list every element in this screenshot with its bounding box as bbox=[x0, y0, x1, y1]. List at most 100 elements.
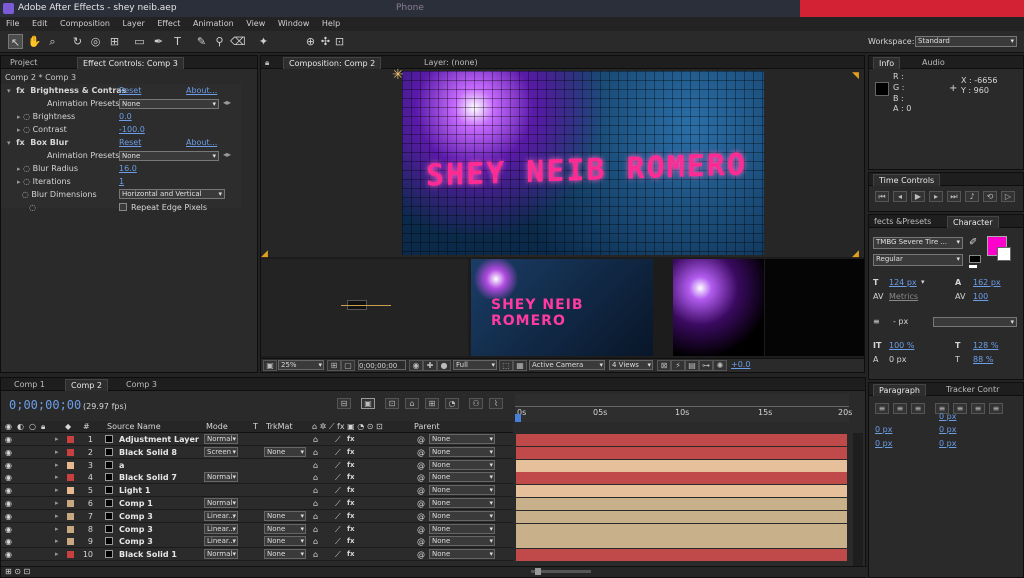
quality-switch-icon[interactable]: ⟋ bbox=[335, 548, 341, 561]
layer-duration-bar[interactable] bbox=[516, 460, 847, 472]
font-style-select[interactable]: Regular bbox=[873, 254, 963, 266]
tab-comp-2[interactable]: Comp 2 bbox=[65, 379, 108, 391]
top-view[interactable] bbox=[261, 259, 468, 356]
quality-switch-icon[interactable]: ⟋ bbox=[335, 535, 341, 548]
layer-row[interactable]: ◉ ▸ 2 Black Solid 8 Screen None ⌂ ⟋ fx @ None bbox=[1, 446, 513, 459]
lock-icon[interactable]: 🔒︎ bbox=[265, 57, 279, 69]
quality-switch-icon[interactable]: ⟋ bbox=[335, 471, 341, 484]
resolution-select[interactable]: Full bbox=[453, 360, 497, 370]
parent-select[interactable]: None bbox=[429, 536, 495, 546]
quality-switch-icon[interactable]: ⟋ bbox=[335, 484, 341, 497]
layer-row[interactable]: ◉ ▸ 9 Comp 3 Linear... None ⌂ ⟋ fx @ None bbox=[1, 535, 513, 548]
first-frame-icon[interactable]: ⏮ bbox=[875, 191, 889, 202]
stopwatch-icon[interactable]: ◌ bbox=[23, 112, 30, 121]
grid-icon[interactable]: ⊞ bbox=[327, 360, 341, 371]
trkmat-select[interactable]: None bbox=[264, 511, 306, 521]
front-view[interactable]: SHEY NEIB ROMERO bbox=[471, 259, 653, 356]
safe-area-icon[interactable]: ▢ bbox=[341, 360, 355, 371]
layer-name[interactable]: Black Solid 1 bbox=[119, 548, 177, 561]
menu-file[interactable]: File bbox=[6, 19, 19, 28]
current-time-field[interactable]: 0;00;00;00 bbox=[358, 360, 406, 370]
layer-duration-bar[interactable] bbox=[516, 511, 847, 523]
align-left-icon[interactable]: ≡ bbox=[875, 403, 889, 414]
stopwatch-icon[interactable]: ◌ bbox=[23, 177, 30, 186]
label-color[interactable] bbox=[67, 538, 74, 545]
view-layout-select[interactable]: 4 Views bbox=[609, 360, 653, 370]
fx1-reset[interactable]: Reset bbox=[119, 84, 141, 97]
tab-info[interactable]: Info bbox=[873, 57, 901, 69]
baseline-shift-value[interactable]: 0 px bbox=[889, 353, 906, 366]
shy-switch-icon[interactable]: ⌂ bbox=[313, 484, 318, 497]
stopwatch-icon[interactable]: ◌ bbox=[23, 164, 30, 173]
expand-icon[interactable]: ▸ bbox=[55, 548, 59, 561]
preset-nav-icon[interactable]: ◂▸ bbox=[223, 150, 231, 159]
fx-switch-icon[interactable]: fx bbox=[347, 497, 355, 510]
tab-tracker[interactable]: Tracker Contr bbox=[941, 384, 1004, 396]
layer-row[interactable]: ◉ ▸ 4 Black Solid 7 Normal ⌂ ⟋ fx @ None bbox=[1, 471, 513, 484]
fx-switch-icon[interactable]: fx bbox=[347, 446, 355, 459]
label-color[interactable] bbox=[67, 526, 74, 533]
shy-switch-icon[interactable]: ⌂ bbox=[313, 510, 318, 523]
parent-select[interactable]: None bbox=[429, 460, 495, 470]
size-dropdown-icon[interactable]: ▾ bbox=[921, 276, 925, 289]
trkmat-select[interactable]: None bbox=[264, 524, 306, 534]
tab-layer[interactable]: Layer: (none) bbox=[419, 57, 483, 69]
active-camera-view[interactable]: SHEY NEIB ROMERO ✳ ◢ ◥ ◢ bbox=[261, 67, 864, 259]
world-axis-icon[interactable]: ✣ bbox=[318, 34, 333, 49]
brightness-value[interactable]: 0.0 bbox=[119, 110, 132, 123]
playhead[interactable] bbox=[515, 414, 521, 422]
expand-icon[interactable]: ▸ bbox=[55, 446, 59, 459]
fx-switch-icon[interactable]: fx bbox=[347, 471, 355, 484]
time-ruler[interactable]: 0s 05s 10s 15s 20s bbox=[515, 394, 852, 422]
parent-select[interactable]: None bbox=[429, 511, 495, 521]
label-color[interactable] bbox=[67, 436, 74, 443]
expand-icon[interactable]: ▸ bbox=[55, 471, 59, 484]
shy-switch-icon[interactable]: ⌂ bbox=[313, 548, 318, 561]
parent-pickwhip-icon[interactable]: @ bbox=[417, 548, 425, 561]
quality-switch-icon[interactable]: ⟋ bbox=[335, 446, 341, 459]
layer-name[interactable]: Comp 3 bbox=[119, 535, 153, 548]
camera-tool-icon[interactable]: ◎ bbox=[88, 34, 103, 49]
fx-switch-icon[interactable]: fx bbox=[347, 548, 355, 561]
ram-preview-icon[interactable]: ▷ bbox=[1001, 191, 1015, 202]
label-color[interactable] bbox=[67, 513, 74, 520]
menu-layer[interactable]: Layer bbox=[123, 19, 145, 28]
kerning-value[interactable]: Metrics bbox=[889, 290, 918, 303]
layer-row[interactable]: ◉ ▸ 10 Black Solid 1 Normal None ⌂ ⟋ fx @ None bbox=[1, 548, 513, 561]
snapshot-icon[interactable]: ▣ bbox=[263, 360, 277, 371]
parent-select[interactable]: None bbox=[429, 447, 495, 457]
hide-shy-icon[interactable]: ⌂ bbox=[405, 398, 419, 409]
parent-select[interactable]: None bbox=[429, 472, 495, 482]
layer-name[interactable]: Comp 1 bbox=[119, 497, 153, 510]
expand-icon[interactable]: ▾ bbox=[7, 87, 11, 95]
fx2-about[interactable]: About... bbox=[186, 136, 217, 149]
custom-view[interactable] bbox=[765, 259, 864, 356]
layer-duration-bar[interactable] bbox=[516, 524, 847, 536]
fx-switch-icon[interactable]: fx bbox=[347, 510, 355, 523]
label-color[interactable] bbox=[67, 449, 74, 456]
font-family-select[interactable]: TMBG Severe Tire ... bbox=[873, 237, 963, 249]
layer-duration-bar[interactable] bbox=[516, 485, 847, 497]
stopwatch-icon[interactable]: ◌ bbox=[22, 190, 29, 199]
toggle-pixel-icon[interactable]: ⊠ bbox=[657, 360, 671, 371]
parent-pickwhip-icon[interactable]: @ bbox=[417, 510, 425, 523]
space-after-value[interactable]: 0 px bbox=[939, 437, 956, 450]
selection-tool-icon[interactable]: ↖ bbox=[8, 34, 23, 49]
eye-icon[interactable]: ◉ bbox=[5, 548, 12, 561]
eyedropper-icon[interactable]: ✐ bbox=[969, 237, 977, 248]
tracking-value[interactable]: 100 bbox=[973, 290, 988, 303]
tab-effects-presets[interactable]: fects &Presets bbox=[869, 216, 936, 228]
clone-stamp-tool-icon[interactable]: ⚲ bbox=[212, 34, 227, 49]
layer-duration-bar[interactable] bbox=[516, 434, 847, 446]
layer-duration-bar[interactable] bbox=[516, 472, 847, 484]
fx1-presets-select[interactable]: None bbox=[119, 99, 219, 109]
eye-icon[interactable]: ◉ bbox=[5, 433, 12, 446]
motion-blur-icon[interactable]: ◔ bbox=[445, 398, 459, 409]
brainstorm-icon[interactable]: ⚇ bbox=[469, 398, 483, 409]
loop-icon[interactable]: ⟲ bbox=[983, 191, 997, 202]
puppet-tool-icon[interactable]: ✦ bbox=[256, 34, 271, 49]
graph-editor-icon[interactable]: ⌇ bbox=[489, 398, 503, 409]
trkmat-select[interactable]: None bbox=[264, 549, 306, 559]
black-swatch[interactable] bbox=[969, 255, 981, 263]
indent-left-value[interactable]: 0 px bbox=[875, 423, 892, 436]
